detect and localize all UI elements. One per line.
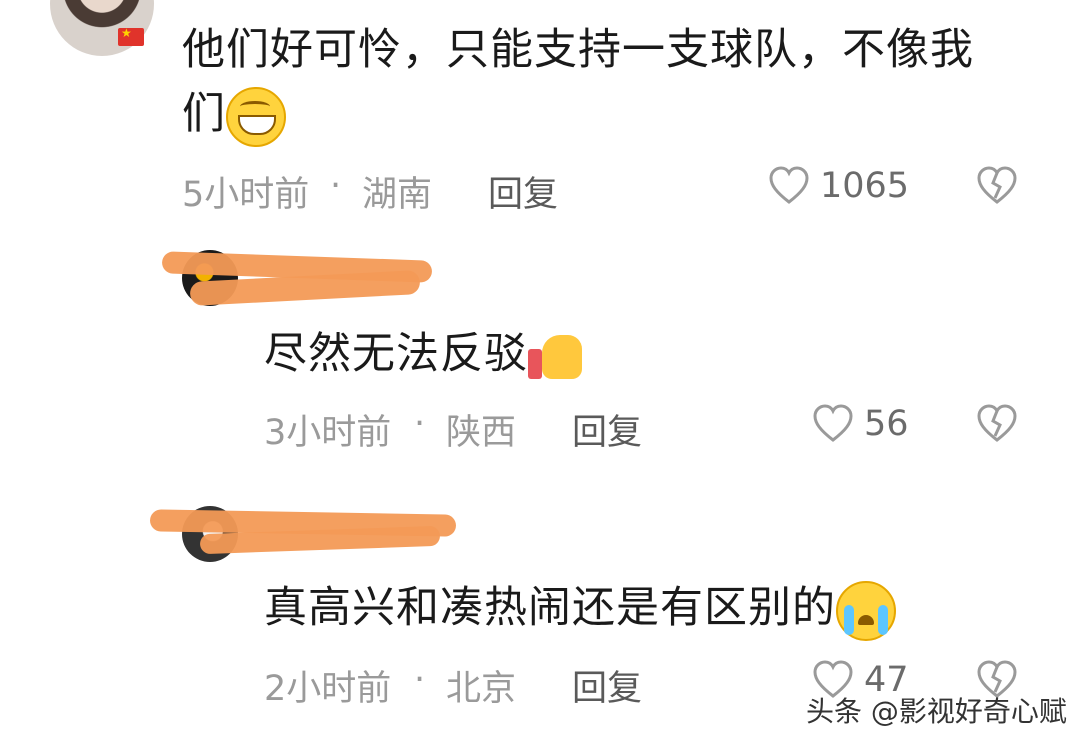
meta-separator: · xyxy=(414,404,426,444)
comment-location: 陕西 xyxy=(446,413,517,453)
china-flag-badge xyxy=(118,26,144,46)
heart-outline-icon[interactable] xyxy=(768,165,810,205)
comment-location: 北京 xyxy=(446,669,517,709)
comment-time: 2小时前 xyxy=(264,669,392,709)
comment-text: 尽然无法反驳 xyxy=(264,322,588,386)
thumbs-up-emoji xyxy=(528,329,588,385)
crying-face-emoji xyxy=(836,580,896,641)
comment-text: 他们好可怜，只能支持一支球队，不像我们 xyxy=(182,18,1012,147)
heart-outline-icon[interactable] xyxy=(812,403,854,443)
comment-time: 3小时前 xyxy=(264,413,392,453)
meta-separator: · xyxy=(414,660,426,700)
meta-separator: · xyxy=(330,166,342,206)
watermark: 头条 @影视好奇心赋 xyxy=(806,695,1067,728)
comment-time: 5小时前 xyxy=(182,175,310,215)
like-count: 56 xyxy=(864,404,909,444)
comment-location: 湖南 xyxy=(362,175,433,215)
grinning-face-emoji xyxy=(226,86,286,147)
broken-heart-icon[interactable] xyxy=(976,403,1018,443)
broken-heart-icon[interactable] xyxy=(976,165,1018,205)
reply-button[interactable]: 回复 xyxy=(488,166,558,217)
like-count: 1065 xyxy=(820,166,910,206)
reply-button[interactable]: 回复 xyxy=(572,404,642,455)
reply-button[interactable]: 回复 xyxy=(572,660,642,711)
comment-text: 真高兴和凑热闹还是有区别的 xyxy=(264,576,896,641)
